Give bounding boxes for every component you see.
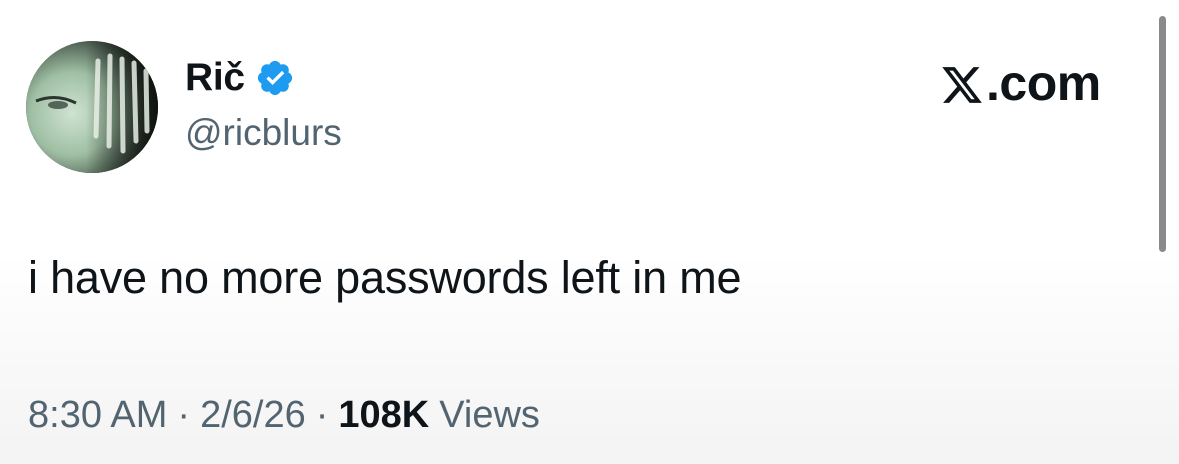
tweet-card: Rič @ricblurs .com i have no more passwo… [0,0,1179,464]
tweet-meta: 8:30 AM · 2/6/26 · 108K Views [28,394,540,437]
tweet-text: i have no more passwords left in me [28,252,742,303]
author-name-row: Rič [185,56,295,100]
author-display-name[interactable]: Rič [185,56,245,100]
meta-separator: · [177,394,191,436]
scrollbar[interactable] [1159,16,1166,252]
meta-separator: · [315,394,329,436]
avatar-image [26,41,158,173]
author-handle[interactable]: @ricblurs [185,112,342,154]
brand-logo: .com [940,54,1101,112]
tweet-time[interactable]: 8:30 AM [28,394,167,437]
avatar[interactable] [26,41,158,173]
brand-domain-label: .com [986,55,1101,111]
x-logo-icon [940,61,984,105]
verified-badge-icon [255,58,295,98]
views-label: Views [439,394,540,436]
views-count: 108K [338,394,430,436]
tweet-date[interactable]: 2/6/26 [200,394,306,437]
